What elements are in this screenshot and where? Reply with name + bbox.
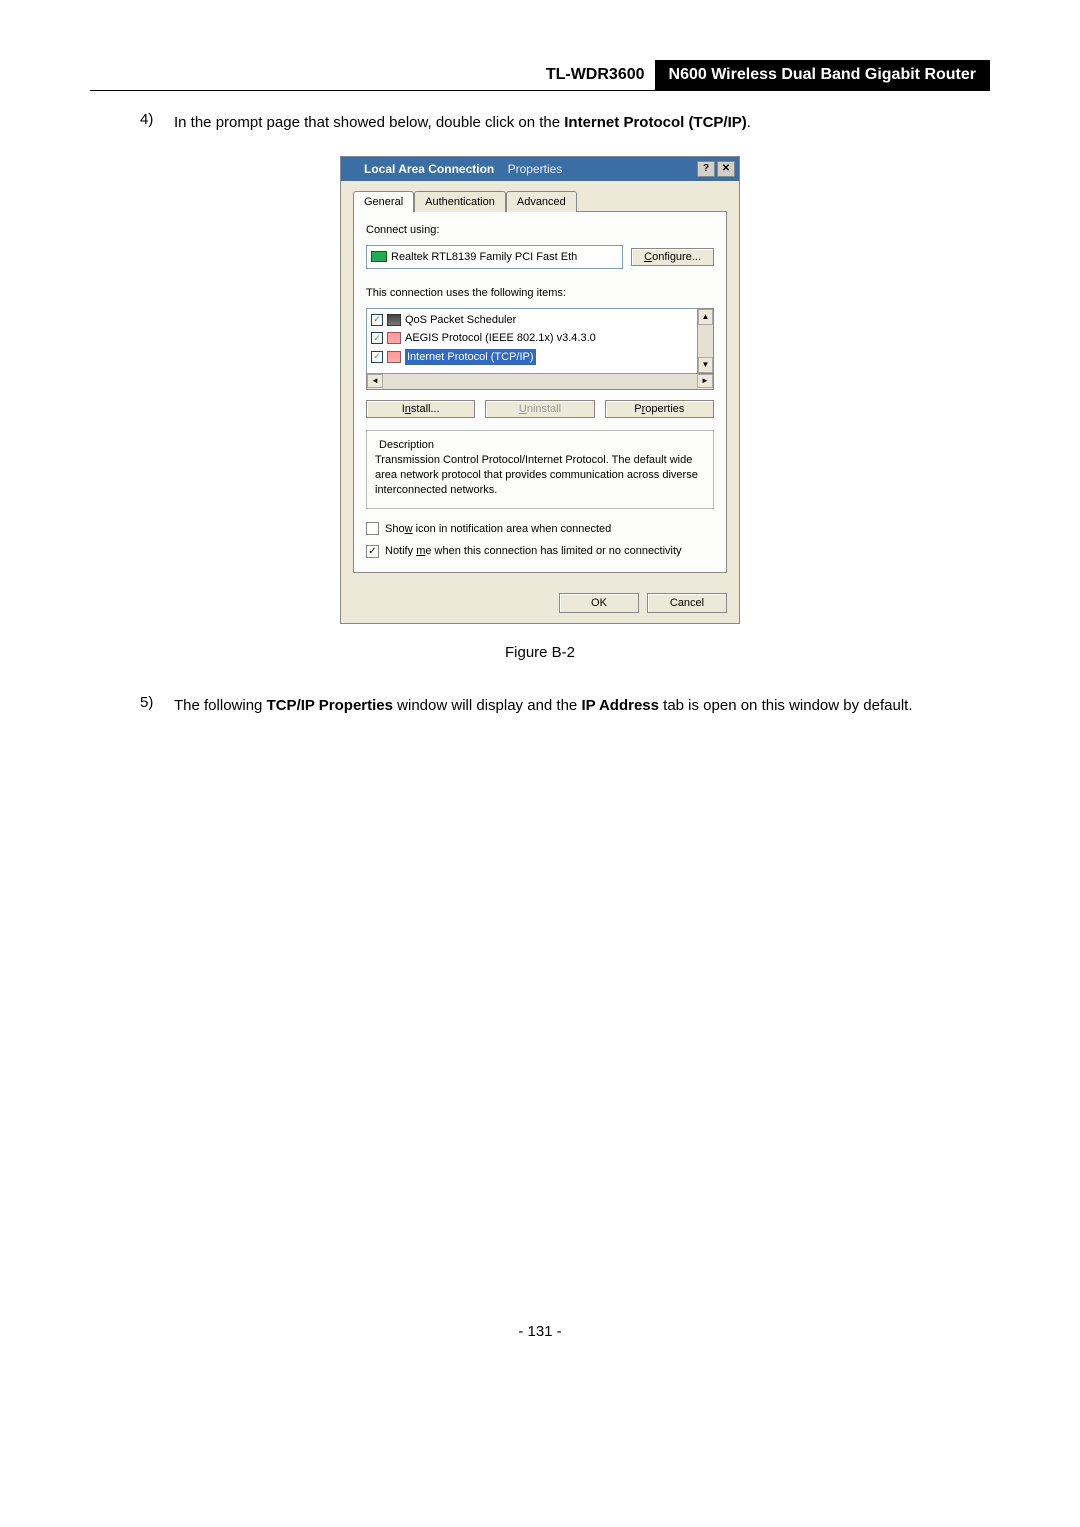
figure-caption: Figure B-2 [140,642,940,665]
page-header: TL-WDR3600 N600 Wireless Dual Band Gigab… [90,60,990,91]
nic-icon [371,251,387,262]
t: TCP/IP Properties [267,697,393,714]
description-text: Transmission Control Protocol/Internet P… [375,453,705,498]
step-text-pre: In the prompt page that showed below, do… [174,114,564,131]
notify-row[interactable]: ✓ Notify me when this connection has lim… [366,543,714,560]
dialog-title-main: Local Area Connection [364,162,494,176]
t: The following [174,697,267,714]
step-number: 5) [140,692,174,721]
page-number: - 131 - [140,1321,940,1344]
notify-label: Notify me when this connection has limit… [385,543,682,560]
dialog-body: General Authentication Advanced Connect … [341,181,739,583]
show-icon-row[interactable]: Show icon in notification area when conn… [366,521,714,538]
t: window will display and the [397,697,581,714]
step-text-bold: Internet Protocol (TCP/IP) [564,114,747,131]
dialog-footer: OK Cancel [341,583,739,623]
scroll-up-icon[interactable]: ▲ [698,309,713,325]
description-fieldset: Description Transmission Control Protoco… [366,430,714,509]
header-spacer [90,60,536,90]
step-4: 4) In the prompt page that showed below,… [140,109,940,138]
items-listbox[interactable]: ✓ QoS Packet Scheduler ✓ AEGIS Protocol … [366,308,698,374]
t: tab is open on this window by default. [663,697,912,714]
properties-button[interactable]: Properties [605,400,714,418]
header-description: N600 Wireless Dual Band Gigabit Router [655,60,990,90]
properties-dialog: Local Area Connection Properties ? ✕ Gen… [340,156,740,624]
items-listbox-wrap: ✓ QoS Packet Scheduler ✓ AEGIS Protocol … [366,308,714,374]
tab-general[interactable]: General [353,191,414,213]
horizontal-scrollbar[interactable]: ◄ ► [366,374,714,390]
scroll-track[interactable] [698,325,713,357]
tab-panel-general: Connect using: Realtek RTL8139 Family PC… [353,211,727,573]
close-button[interactable]: ✕ [717,161,735,177]
checkbox-unchecked[interactable] [366,522,379,535]
scroll-down-icon[interactable]: ▼ [698,357,713,373]
step-number: 4) [140,109,174,138]
items-label: This connection uses the following items… [366,285,714,302]
scroll-right-icon[interactable]: ► [697,374,713,388]
protocol-icon [387,332,401,344]
help-button[interactable]: ? [697,161,715,177]
page-content: 4) In the prompt page that showed below,… [90,109,990,1343]
service-icon [387,314,401,326]
checkbox-checked[interactable]: ✓ [366,545,379,558]
connect-using-label: Connect using: [366,222,714,239]
scroll-left-icon[interactable]: ◄ [367,374,383,388]
item-label: QoS Packet Scheduler [405,312,516,329]
list-item[interactable]: ✓ QoS Packet Scheduler [369,311,695,330]
list-item[interactable]: ✓ AEGIS Protocol (IEEE 802.1x) v3.4.3.0 [369,329,695,348]
tab-strip: General Authentication Advanced [353,191,727,213]
adapter-name: Realtek RTL8139 Family PCI Fast Eth [391,249,577,266]
step-body: The following TCP/IP Properties window w… [174,692,940,721]
step-body: In the prompt page that showed below, do… [174,109,940,138]
checkbox-icon[interactable]: ✓ [371,332,383,344]
uninstall-button: Uninstall [485,400,594,418]
step-5: 5) The following TCP/IP Properties windo… [140,692,940,721]
connection-icon [345,162,359,176]
checkbox-icon[interactable]: ✓ [371,314,383,326]
tab-authentication[interactable]: Authentication [414,191,506,213]
item-buttons: Install... Uninstall Properties [366,400,714,418]
scroll-track[interactable] [383,374,697,389]
item-label: Internet Protocol (TCP/IP) [405,349,536,366]
checkbox-icon[interactable]: ✓ [371,351,383,363]
description-legend: Description [375,437,438,454]
dialog-titlebar: Local Area Connection Properties ? ✕ [341,157,739,181]
show-icon-label: Show icon in notification area when conn… [385,521,611,538]
adapter-field[interactable]: Realtek RTL8139 Family PCI Fast Eth [366,245,623,270]
cancel-button[interactable]: Cancel [647,593,727,613]
header-model: TL-WDR3600 [536,60,655,90]
adapter-row: Realtek RTL8139 Family PCI Fast Eth Conf… [366,245,714,270]
protocol-icon [387,351,401,363]
list-item-selected[interactable]: ✓ Internet Protocol (TCP/IP) [369,348,695,367]
install-button[interactable]: Install... [366,400,475,418]
ok-button[interactable]: OK [559,593,639,613]
t: IP Address [581,697,659,714]
step-text-post: . [747,114,751,131]
dialog-title-properties: Properties [508,162,563,176]
configure-button[interactable]: Configure... [631,248,714,266]
tab-advanced[interactable]: Advanced [506,191,577,213]
dialog-title: Local Area Connection Properties [364,160,695,178]
item-label: AEGIS Protocol (IEEE 802.1x) v3.4.3.0 [405,330,596,347]
cfg: onfigure... [652,251,701,263]
vertical-scrollbar[interactable]: ▲ ▼ [698,308,714,374]
